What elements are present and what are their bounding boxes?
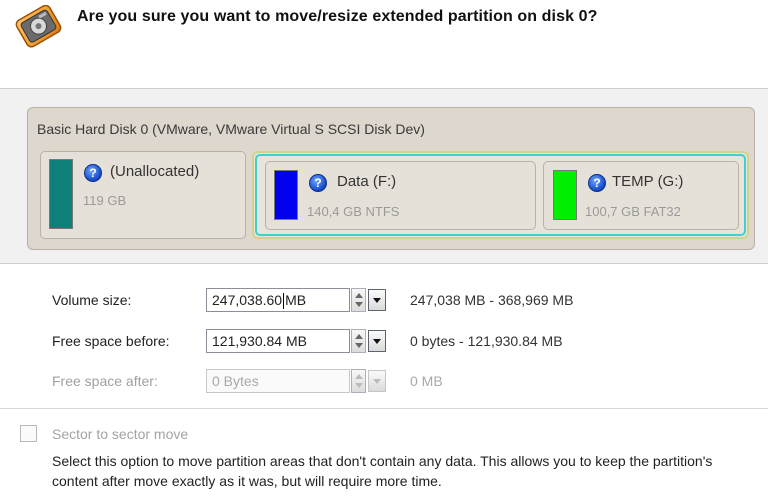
volume-size-value: 247,038.60 <box>212 292 283 308</box>
chevron-down-icon <box>373 339 381 344</box>
volume-size-unit-dropdown[interactable] <box>368 289 386 311</box>
volume-size-range: 247,038 MB - 368,969 MB <box>410 292 574 308</box>
partition-color-bar <box>553 170 577 220</box>
disk-move-icon <box>15 5 62 48</box>
partition-info-icon[interactable]: ? <box>588 174 606 192</box>
dialog-header: Are you sure you want to move/resize ext… <box>0 0 768 88</box>
sector-to-sector-checkbox[interactable] <box>20 425 37 442</box>
volume-size-input[interactable]: 247,038.60 MB <box>206 288 350 312</box>
free-space-after-label: Free space after: <box>52 373 158 389</box>
sector-to-sector-label[interactable]: Sector to sector move <box>52 426 188 442</box>
free-space-after-spinner[interactable] <box>351 369 366 393</box>
volume-size-spinner[interactable] <box>351 288 366 312</box>
options-divider <box>0 408 768 409</box>
partition-color-bar <box>49 159 73 229</box>
volume-size-unit: MB <box>285 292 307 308</box>
text-caret <box>283 293 285 310</box>
partition-info: 119 GB <box>83 193 127 208</box>
partition-info: 140,4 GB NTFS <box>307 204 400 219</box>
free-space-before-spinner[interactable] <box>351 329 366 353</box>
disk-title: Basic Hard Disk 0 (VMware, VMware Virtua… <box>37 121 425 137</box>
free-space-before-label: Free space before: <box>52 333 170 349</box>
free-space-before-input[interactable]: 121,930.84 MB <box>206 329 350 353</box>
partition-name: Data (F:) <box>337 173 397 190</box>
chevron-down-icon <box>373 298 381 303</box>
free-space-before-range: 0 bytes - 121,930.84 MB <box>410 333 563 349</box>
sector-to-sector-description: Select this option to move partition are… <box>52 453 713 489</box>
partition-name: TEMP (G:) <box>612 173 684 190</box>
free-space-after-input[interactable]: 0 Bytes <box>206 369 350 393</box>
partition-color-bar <box>274 170 298 220</box>
partition-name: (Unallocated) <box>110 163 200 180</box>
partition-info: 100,7 GB FAT32 <box>585 204 681 219</box>
free-space-before-unit-dropdown[interactable] <box>368 330 386 352</box>
partition-data[interactable] <box>265 161 536 230</box>
free-space-after-unit-dropdown[interactable] <box>368 370 386 392</box>
map-divider <box>0 263 768 264</box>
chevron-down-icon <box>373 379 381 384</box>
dialog-question: Are you sure you want to move/resize ext… <box>77 8 598 25</box>
partition-info-icon[interactable]: ? <box>84 164 102 182</box>
partition-info-icon[interactable]: ? <box>309 174 327 192</box>
volume-size-label: Volume size: <box>52 292 132 308</box>
free-space-after-range: 0 MB <box>410 373 443 389</box>
